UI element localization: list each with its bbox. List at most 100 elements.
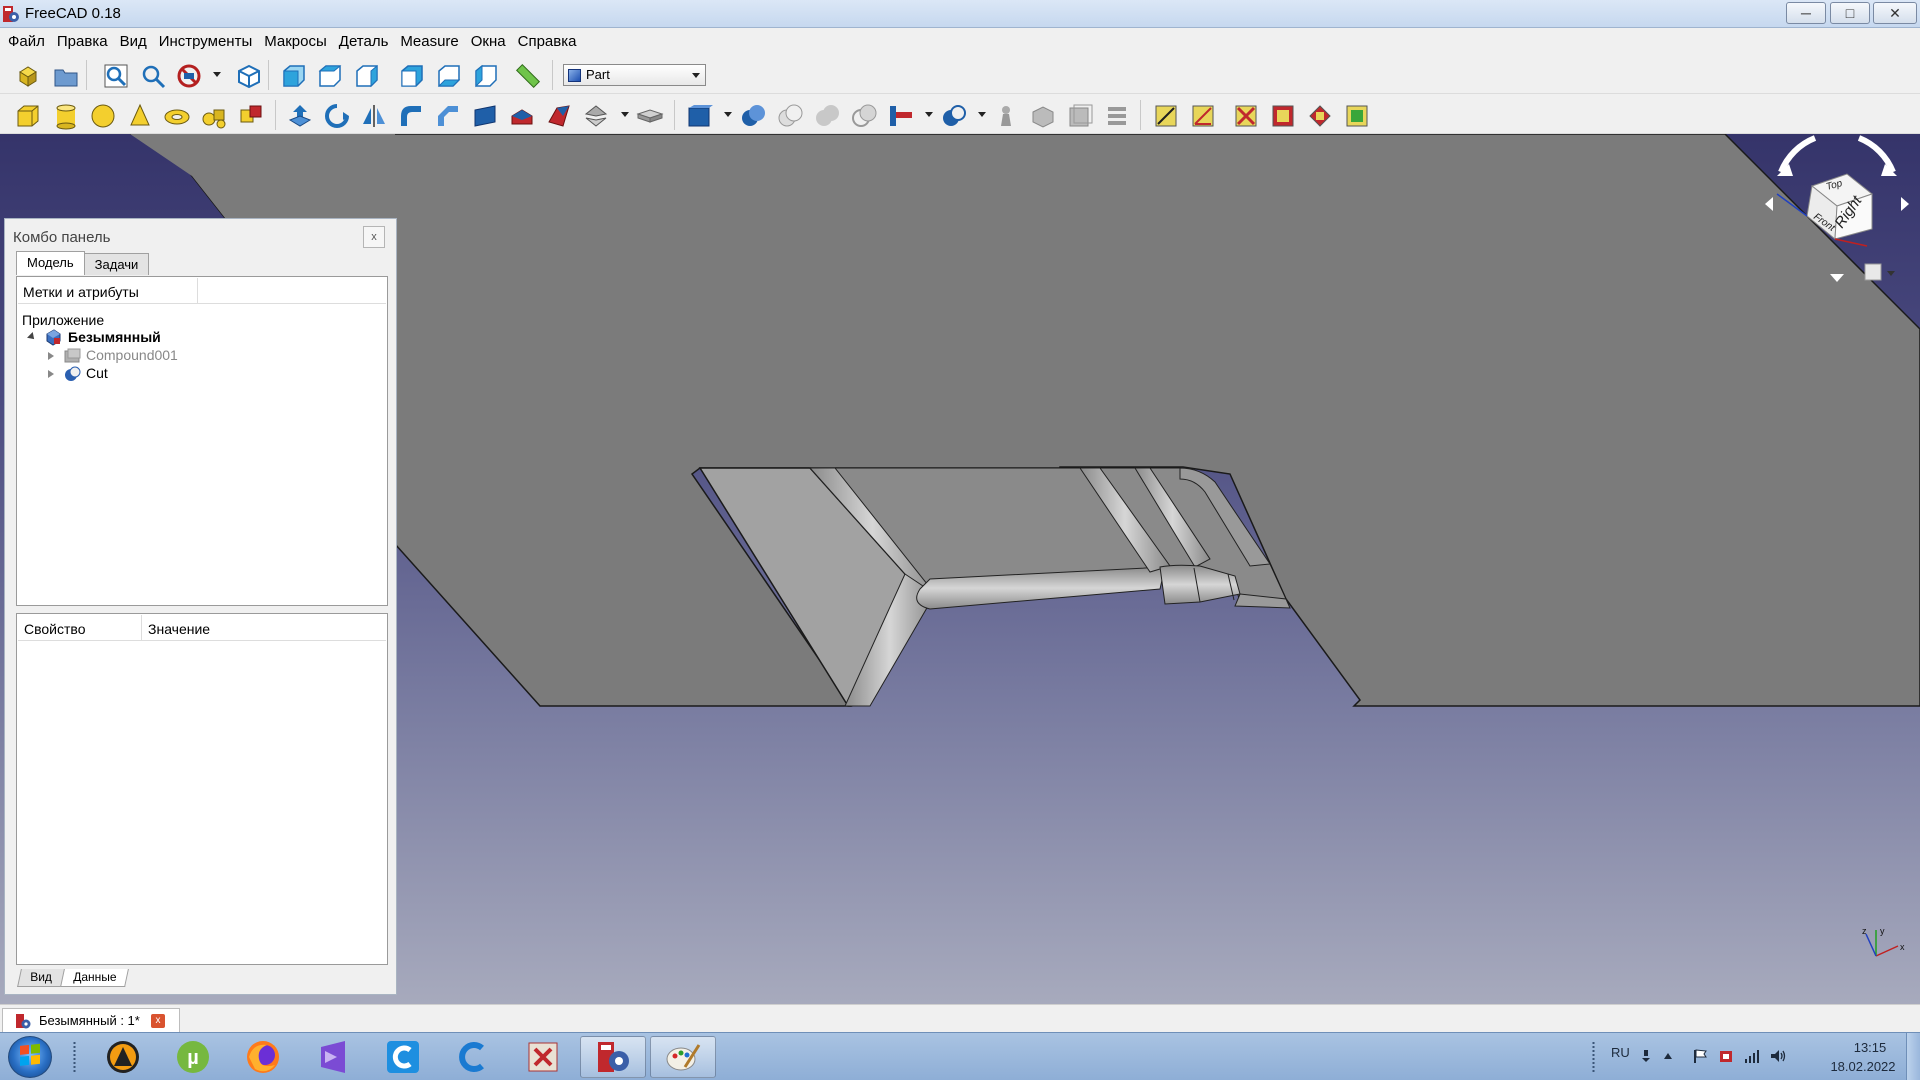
menu-help[interactable]: Справка xyxy=(512,33,583,50)
menu-file[interactable]: Файл xyxy=(2,33,51,50)
combo-panel-close-button[interactable]: x xyxy=(363,226,385,248)
box-icon[interactable] xyxy=(14,102,42,130)
chevron-down-icon[interactable] xyxy=(1887,271,1895,276)
menu-measure[interactable]: Measure xyxy=(394,33,464,50)
tree-document-row[interactable]: Безымянный xyxy=(26,328,376,348)
value-column-header[interactable]: Значение xyxy=(142,615,386,640)
keyboard-layout-icon[interactable] xyxy=(1638,1048,1654,1064)
measure-refresh-icon[interactable] xyxy=(1232,102,1260,130)
menu-edit[interactable]: Правка xyxy=(51,33,114,50)
extrude-icon[interactable] xyxy=(286,102,314,130)
expand-icon[interactable] xyxy=(48,370,54,378)
language-indicator[interactable]: RU xyxy=(1611,1045,1630,1060)
cylinder-icon[interactable] xyxy=(52,102,80,130)
show-desktop-button[interactable] xyxy=(1906,1033,1920,1080)
front-view-icon[interactable] xyxy=(280,62,308,90)
tab-data[interactable]: Данные xyxy=(59,969,129,987)
cut-boolean-icon[interactable] xyxy=(776,102,804,130)
menu-view[interactable]: Вид xyxy=(114,33,153,50)
volume-icon[interactable] xyxy=(1770,1048,1786,1064)
chamfer-icon[interactable] xyxy=(434,102,462,130)
sphere-icon[interactable] xyxy=(89,102,117,130)
clock-time[interactable]: 13:15 xyxy=(1840,1040,1900,1055)
split-icon[interactable] xyxy=(940,102,968,130)
measure-ruler-icon[interactable] xyxy=(514,62,542,90)
make-face-icon[interactable] xyxy=(471,102,499,130)
taskbar-app-paint[interactable] xyxy=(650,1036,716,1078)
clock-date[interactable]: 18.02.2022 xyxy=(1818,1059,1908,1074)
isometric-view-icon[interactable] xyxy=(235,62,263,90)
offset-icon[interactable] xyxy=(1066,102,1094,130)
ruled-surface-icon[interactable] xyxy=(508,102,536,130)
primitives-icon[interactable] xyxy=(200,102,228,130)
network-signal-icon[interactable] xyxy=(1744,1048,1760,1064)
fit-selection-icon[interactable] xyxy=(139,62,167,90)
chevron-down-icon[interactable] xyxy=(978,112,986,117)
measure-toggle-3d-icon[interactable] xyxy=(1306,102,1334,130)
taskbar-app-pdf[interactable] xyxy=(510,1036,576,1078)
tree-item-compound001[interactable]: Compound001 xyxy=(46,346,366,366)
action-center-flag-icon[interactable] xyxy=(1692,1048,1708,1064)
show-hidden-icons-icon[interactable] xyxy=(1660,1048,1676,1064)
workbench-selector[interactable]: Part xyxy=(563,64,706,86)
bottom-view-icon[interactable] xyxy=(435,62,463,90)
taskbar-app-freecad[interactable] xyxy=(580,1036,646,1078)
model-tree[interactable]: Метки и атрибуты Приложение Безымянный C… xyxy=(16,276,388,606)
menu-windows[interactable]: Окна xyxy=(465,33,512,50)
tree-item-cut[interactable]: Cut xyxy=(46,364,366,384)
collapse-icon[interactable] xyxy=(27,332,37,342)
new-document-icon[interactable] xyxy=(14,62,42,90)
chevron-down-icon[interactable] xyxy=(621,112,629,117)
top-view-icon[interactable] xyxy=(316,62,344,90)
sweep-icon[interactable] xyxy=(582,102,610,130)
mirror-icon[interactable] xyxy=(360,102,388,130)
right-view-icon[interactable] xyxy=(353,62,381,90)
model-top-face[interactable] xyxy=(130,134,1920,707)
measure-linear-icon[interactable] xyxy=(1152,102,1180,130)
taskbar-app-c-outline[interactable] xyxy=(440,1036,506,1078)
fit-all-icon[interactable] xyxy=(102,62,130,90)
chevron-down-icon[interactable] xyxy=(724,112,732,117)
section-icon[interactable] xyxy=(636,102,664,130)
menu-macros[interactable]: Макросы xyxy=(258,33,333,50)
tray-grip[interactable] xyxy=(1591,1041,1596,1073)
taskbar-app-aimp[interactable] xyxy=(90,1036,156,1078)
shape-builder-icon[interactable] xyxy=(237,102,265,130)
thickness-icon[interactable] xyxy=(1103,102,1131,130)
property-view[interactable]: Свойство Значение xyxy=(16,613,388,965)
measure-angular-icon[interactable] xyxy=(1189,102,1217,130)
open-folder-icon[interactable] xyxy=(52,62,80,90)
compound-tools-icon[interactable] xyxy=(686,102,714,130)
minimize-button[interactable]: ─ xyxy=(1786,2,1826,24)
taskbar-grip[interactable] xyxy=(72,1041,77,1073)
check-geometry-icon[interactable] xyxy=(992,102,1020,130)
taskbar-app-visual-studio[interactable] xyxy=(300,1036,366,1078)
tab-view[interactable]: Вид xyxy=(17,969,65,987)
maximize-button[interactable]: □ xyxy=(1830,2,1870,24)
menu-tools[interactable]: Инструменты xyxy=(153,33,259,50)
tab-model[interactable]: Модель xyxy=(16,251,85,275)
chevron-down-icon[interactable] xyxy=(213,72,221,77)
taskbar-app-firefox[interactable] xyxy=(230,1036,296,1078)
tree-header-labels[interactable]: Метки и атрибуты xyxy=(18,278,198,303)
loft-icon[interactable] xyxy=(545,102,573,130)
cone-icon[interactable] xyxy=(126,102,154,130)
rear-view-icon[interactable] xyxy=(398,62,426,90)
torus-icon[interactable] xyxy=(163,102,191,130)
start-button[interactable] xyxy=(8,1036,52,1078)
taskbar-app-c-blue[interactable] xyxy=(370,1036,436,1078)
fillet-icon[interactable] xyxy=(397,102,425,130)
close-icon[interactable]: x xyxy=(151,1014,165,1028)
measure-toggle-delta-icon[interactable] xyxy=(1343,102,1371,130)
menu-part[interactable]: Деталь xyxy=(333,33,395,50)
join-features-icon[interactable] xyxy=(887,102,915,130)
property-column-header[interactable]: Свойство xyxy=(18,615,142,640)
defeaturing-icon[interactable] xyxy=(1029,102,1057,130)
close-button[interactable]: ✕ xyxy=(1873,2,1917,24)
security-alert-icon[interactable] xyxy=(1718,1048,1734,1064)
fuse-icon[interactable] xyxy=(813,102,841,130)
revolve-icon[interactable] xyxy=(323,102,351,130)
tab-tasks[interactable]: Задачи xyxy=(83,253,150,275)
measure-clear-icon[interactable] xyxy=(1269,102,1297,130)
boolean-icon[interactable] xyxy=(739,102,767,130)
